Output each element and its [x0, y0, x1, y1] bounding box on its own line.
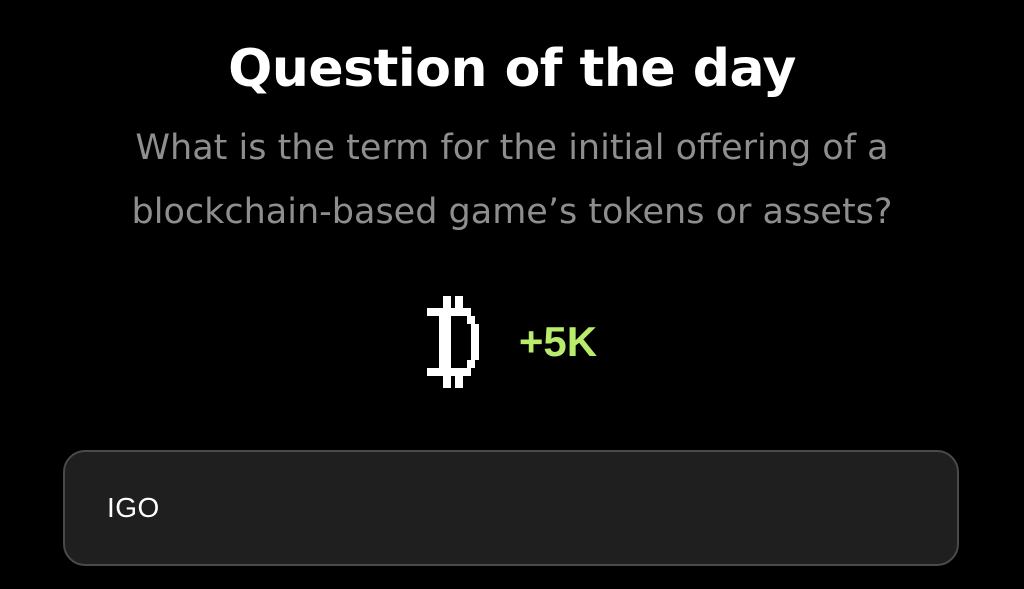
page-title: Question of the day — [228, 39, 796, 99]
answer-option-label: IGO — [107, 492, 160, 523]
pixel-coin-icon — [426, 296, 479, 388]
reward-amount: +5K — [518, 318, 598, 365]
answer-option[interactable]: IGO — [63, 450, 959, 566]
question-text: What is the term for the initial offerin… — [131, 128, 893, 232]
reward-row: +5K — [0, 296, 1024, 388]
